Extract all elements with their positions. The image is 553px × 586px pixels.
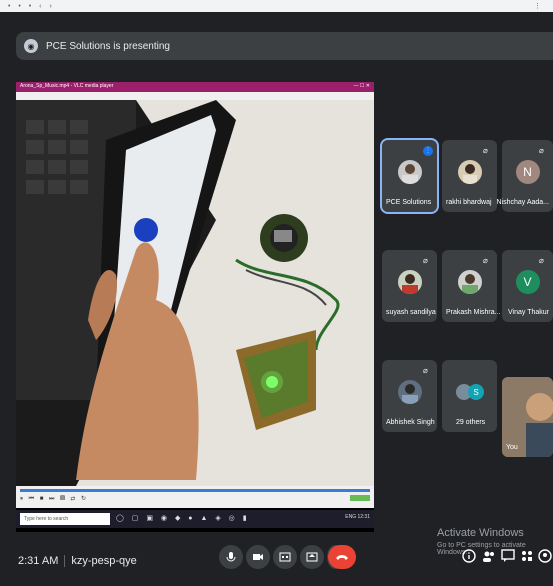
participant-name: Prakash Mishra... [446,309,501,316]
participant-name: Abhishek Singh [386,419,435,426]
activities-icon [522,551,532,561]
browser-toolbar-strip: • • • ‹ › ⋮ [0,0,553,12]
taskbar-apps-icon[interactable]: ◯ ▢ ▣ ◉ ◆ ● ▲ ◈ ◎ ▮ [116,514,250,522]
self-view-tile[interactable]: You [502,377,553,457]
speaking-indicator-icon: ⫶ [423,146,433,156]
mic-button[interactable] [219,545,243,569]
taskbar-search[interactable]: Type here to search [20,513,110,525]
shared-screen: Arona_Sp_Music.mp4 - VLC media player — … [16,82,374,532]
vlc-playback-buttons[interactable]: ⏸ ⏮ ■ ⏭ ▤ ⇄ ↻ [20,495,88,503]
mic-icon [226,552,236,562]
present-icon [306,552,318,562]
browser-controls-icon[interactable]: • • • ‹ › [8,3,55,10]
mic-off-icon: ⌀ [539,146,544,155]
participant-tile[interactable]: ⌀ V Vinay Thakur [502,250,553,322]
info-icon [462,549,476,563]
participant-tile[interactable]: ⌀ Abhishek Singh [382,360,437,432]
mic-off-icon: ⌀ [483,256,488,265]
captions-icon [279,552,291,562]
participant-avatar [397,380,422,404]
vlc-controls: ⏸ ⏮ ■ ⏭ ▤ ⇄ ↻ [16,486,374,508]
people-icon [483,551,494,562]
browser-menu-icon[interactable]: ⋮ [534,2,541,10]
participant-name: PCE Solutions [386,199,432,206]
vlc-volume-bar[interactable] [350,495,370,501]
camera-button[interactable] [246,545,270,569]
vlc-title: Arona_Sp_Music.mp4 - VLC media player [20,83,114,89]
camera-icon [253,554,263,560]
vlc-seek-bar[interactable] [20,489,370,492]
participant-name: rakhi bhardwaj [446,199,492,206]
end-call-button[interactable] [328,545,356,569]
mic-off-icon: ⌀ [483,146,488,155]
meeting-time: 2:31 AM [18,555,59,567]
mic-off-icon: ⌀ [423,366,428,375]
others-count: 29 others [456,419,486,426]
host-controls-button[interactable] [537,548,553,564]
meeting-info: 2:31 AM kzy-pesp-qye [18,555,137,567]
info-button[interactable] [461,548,477,564]
presenter-avatar: ◉ [24,39,38,53]
divider [64,555,66,567]
present-button[interactable] [300,545,324,569]
vlc-menu-bar: Media Playback Audio Video Subtitle Tool… [16,92,374,107]
lock-person-icon [538,549,552,563]
participant-tile[interactable]: ⌀ rakhi bhardwaj [442,140,497,212]
participant-name: suyash sandilya [386,309,436,316]
end-call-icon [336,555,348,560]
participant-avatar [397,270,422,294]
activities-button[interactable] [519,548,535,564]
others-avatar-group: S [455,380,485,404]
participant-tile[interactable]: ⌀ N Nishchay Aada... [496,140,553,212]
shared-video-frame [16,100,374,486]
chat-icon [501,549,515,562]
captions-button[interactable] [273,545,297,569]
svg-text:S: S [473,388,478,397]
people-button[interactable] [481,548,497,564]
participant-avatar: V [515,270,540,294]
meet-window: ◉ PCE Solutions is presenting Arona_Sp_M… [0,12,553,586]
meeting-code: kzy-pesp-qye [71,555,137,567]
windows-taskbar: Type here to search ◯ ▢ ▣ ◉ ◆ ● ▲ ◈ ◎ ▮ … [16,510,374,528]
window-controls-icon: — ☐ ✕ [353,83,370,89]
vlc-title-bar: Arona_Sp_Music.mp4 - VLC media player — … [16,82,374,92]
chat-button[interactable] [500,548,516,564]
participant-tile[interactable]: ⌀ suyash sandilya [382,250,437,322]
participant-tile[interactable]: ⌀ Prakash Mishra... [442,250,501,322]
presenting-banner: ◉ PCE Solutions is presenting [16,32,553,60]
participant-name: Vinay Thakur [508,309,549,316]
participant-name: Nishchay Aada... [496,199,549,206]
participant-avatar [457,160,482,184]
self-label: You [506,444,518,451]
participant-tile[interactable]: ⫶ PCE Solutions [380,138,439,214]
mic-off-icon: ⌀ [539,256,544,265]
mic-off-icon: ⌀ [423,256,428,265]
participant-avatar [397,160,422,184]
participant-avatar: N [515,160,540,184]
watermark-title: Activate Windows [437,527,524,539]
taskbar-tray: ENG 12:31 [345,514,370,520]
participant-avatar [457,270,482,294]
video-scene-image [16,100,374,486]
participant-tile[interactable]: S 29 others [442,360,497,432]
presenting-label: PCE Solutions is presenting [46,40,170,52]
